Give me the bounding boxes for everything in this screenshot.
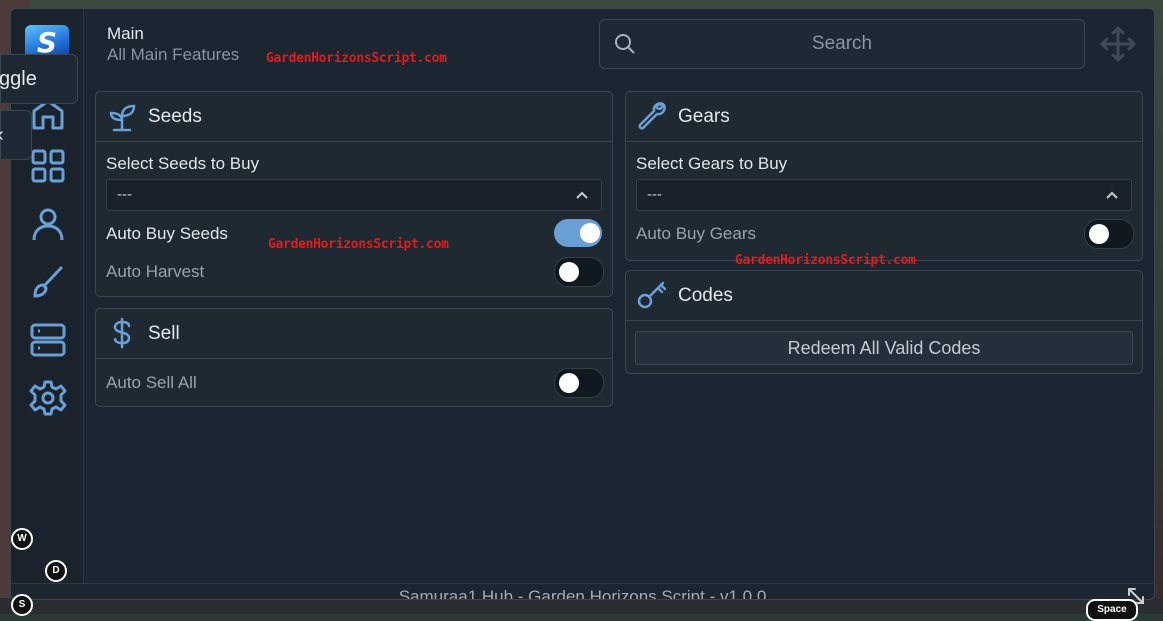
gears-dropdown-value: --- <box>647 186 662 203</box>
codes-panel: Codes Redeem All Valid Codes <box>625 270 1143 374</box>
seeds-dropdown[interactable]: --- <box>106 179 602 211</box>
seeds-panel: Seeds Select Seeds to Buy --- Auto Buy S… <box>95 91 613 297</box>
auto-sell-toggle[interactable] <box>554 368 604 398</box>
auto-harvest-toggle[interactable] <box>554 257 604 287</box>
gear-icon[interactable] <box>29 379 67 417</box>
gears-title: Gears <box>678 106 730 127</box>
search-input[interactable]: Search <box>599 19 1085 69</box>
key-s-badge: S <box>11 594 33 616</box>
sell-title: Sell <box>148 323 180 344</box>
key-w-badge: W <box>11 528 33 550</box>
move-icon[interactable] <box>1099 25 1137 63</box>
toggle-tab[interactable]: ggle <box>0 54 78 104</box>
sprout-icon <box>109 104 136 132</box>
hub-window: S Main All Main Features GardenHorizonsS… <box>10 8 1155 600</box>
redeem-codes-button[interactable]: Redeem All Valid Codes <box>635 331 1133 365</box>
chevron-up-icon <box>576 191 588 199</box>
select-gears-label: Select Gears to Buy <box>636 154 788 173</box>
auto-buy-gears-toggle[interactable] <box>1084 219 1134 249</box>
toggle-knob <box>580 223 600 243</box>
auto-buy-gears-label: Auto Buy Gears <box>636 224 757 243</box>
key-d-badge: D <box>45 560 67 582</box>
select-seeds-label: Select Seeds to Buy <box>106 154 260 173</box>
search-placeholder: Search <box>811 33 873 54</box>
codes-header: Codes <box>626 271 1142 321</box>
sell-panel: Sell Auto Sell All <box>95 308 613 407</box>
toggle-knob <box>559 262 579 282</box>
seeds-header: Seeds <box>96 92 612 142</box>
gears-header: Gears <box>626 92 1142 142</box>
page-subtitle: All Main Features <box>107 45 240 64</box>
watermark-text: GardenHorizonsScript.com <box>735 253 916 268</box>
toggle-knob <box>1089 224 1109 244</box>
watermark-text: GardenHorizonsScript.com <box>266 51 447 66</box>
seeds-dropdown-value: --- <box>117 186 132 203</box>
page-title: Main <box>107 24 144 43</box>
chevron-up-icon <box>1106 191 1118 199</box>
footer-text: Samuraa1 Hub - Garden Horizons Script - … <box>398 587 767 600</box>
collapse-tab[interactable]: ‹ <box>0 110 32 160</box>
user-icon[interactable] <box>29 205 67 243</box>
dollar-icon <box>113 317 131 349</box>
resize-icon[interactable] <box>1126 586 1146 606</box>
key-icon <box>637 281 667 309</box>
auto-harvest-label: Auto Harvest <box>106 262 205 281</box>
gears-panel: Gears Select Gears to Buy --- Auto Buy G… <box>625 91 1143 261</box>
grid-icon[interactable] <box>29 147 67 185</box>
wrench-icon <box>638 102 666 130</box>
auto-buy-seeds-toggle[interactable] <box>554 219 602 247</box>
toggle-knob <box>559 373 579 393</box>
watermark-text: GardenHorizonsScript.com <box>268 237 449 252</box>
seeds-title: Seeds <box>148 106 202 127</box>
codes-title: Codes <box>678 285 733 306</box>
server-icon[interactable] <box>29 321 67 359</box>
gears-dropdown[interactable]: --- <box>636 179 1132 211</box>
auto-buy-seeds-label: Auto Buy Seeds <box>106 224 228 243</box>
auto-sell-label: Auto Sell All <box>106 373 197 392</box>
brush-icon[interactable] <box>29 263 67 301</box>
game-background-bottom <box>0 598 1163 614</box>
sell-header: Sell <box>96 309 612 359</box>
